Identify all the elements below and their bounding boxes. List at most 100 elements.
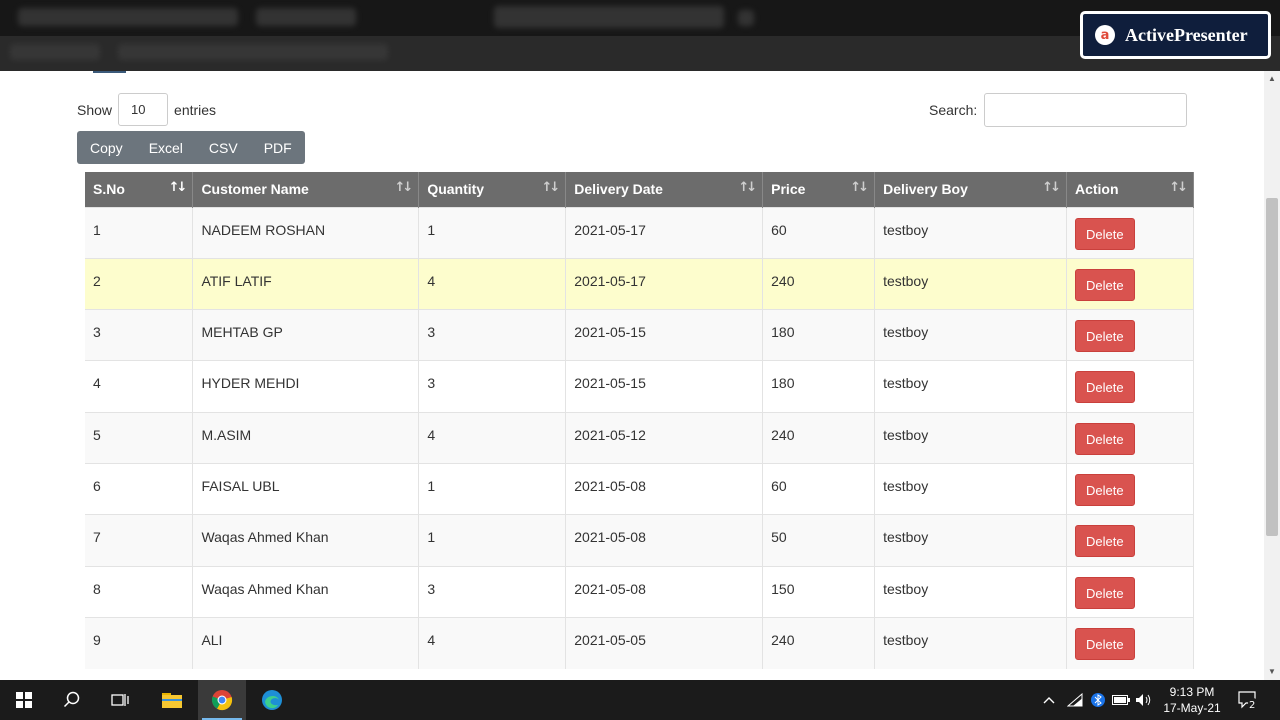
cell-customer-name: Waqas Ahmed Khan — [192, 565, 420, 618]
delete-button[interactable]: Delete — [1074, 473, 1135, 506]
cell-action: Delete — [1066, 514, 1195, 567]
column-header-quantity[interactable]: Quantity ↑↓ — [418, 172, 567, 207]
clock-date: 17-May-21 — [1163, 701, 1221, 715]
search-control: Search: — [929, 93, 1188, 127]
cell-quantity: 4 — [418, 411, 567, 464]
bluetooth-icon[interactable] — [1088, 680, 1108, 720]
excel-button[interactable]: Excel — [136, 131, 196, 164]
search-icon[interactable] — [48, 680, 96, 720]
table-row[interactable]: 9 ALI 4 2021-05-05 240 testboy Delete — [85, 616, 1195, 669]
table-row[interactable]: 4 HYDER MEHDI 3 2021-05-15 180 testboy Delete — [85, 360, 1195, 413]
cell-customer-name: ALI — [192, 616, 420, 669]
show-label: Show — [77, 101, 113, 118]
notification-center-icon[interactable]: 2 — [1236, 680, 1260, 720]
cell-delivery-boy: testboy — [874, 462, 1067, 515]
column-header-price[interactable]: Price ↑↓ — [762, 172, 876, 207]
cell-customer-name: FAISAL UBL — [192, 462, 420, 515]
table-header-row: S.No ↑↓ Customer Name ↑↓ Quantity ↑↓ Delive… — [85, 172, 1195, 207]
cell-sno: 6 — [85, 462, 194, 515]
scroll-down-arrow-icon[interactable]: ▼ — [1264, 664, 1280, 680]
delete-button[interactable]: Delete — [1074, 627, 1135, 660]
cell-action: Delete — [1066, 309, 1195, 361]
cell-delivery-boy: testboy — [874, 206, 1067, 259]
battery-icon[interactable] — [1110, 680, 1132, 720]
cell-price: 60 — [762, 206, 876, 259]
search-label: Search: — [929, 102, 978, 118]
column-header-action[interactable]: Action ↑↓ — [1066, 172, 1195, 207]
cell-delivery-date: 2021-05-08 — [565, 565, 764, 618]
table-row[interactable]: 5 M.ASIM 4 2021-05-12 240 testboy Delete — [85, 411, 1195, 464]
cell-delivery-date: 2021-05-15 — [565, 309, 764, 361]
cell-price: 60 — [762, 462, 876, 515]
sort-icon: ↑↓ — [394, 180, 414, 195]
windows-start-icon[interactable] — [0, 680, 48, 720]
cell-quantity: 4 — [418, 257, 567, 310]
table-row[interactable]: 6 FAISAL UBL 1 2021-05-08 60 testboy Delete — [85, 462, 1195, 515]
delete-button[interactable]: Delete — [1074, 525, 1135, 558]
show-hidden-icons-chevron-icon[interactable] — [1040, 680, 1058, 720]
cell-delivery-boy: testboy — [874, 565, 1067, 618]
entries-select[interactable] — [118, 93, 169, 126]
copy-button[interactable]: Copy — [77, 131, 136, 164]
sort-icon: ↑↓ — [850, 180, 869, 195]
column-header-customer-name[interactable]: Customer Name ↑↓ — [192, 172, 420, 207]
page-scrollbar[interactable]: ▲ ▼ — [1264, 71, 1280, 680]
system-clock[interactable]: 9:13 PM 17-May-21 — [1152, 684, 1232, 716]
cell-quantity: 4 — [418, 616, 567, 669]
cell-sno: 5 — [85, 411, 194, 464]
delete-button[interactable]: Delete — [1074, 217, 1135, 250]
scroll-up-arrow-icon[interactable]: ▲ — [1264, 71, 1280, 87]
chrome-icon[interactable] — [198, 680, 246, 720]
scrollbar-thumb[interactable] — [1266, 198, 1278, 536]
delete-button[interactable]: Delete — [1074, 268, 1135, 301]
column-header-delivery-date[interactable]: Delivery Date ↑↓ — [565, 172, 764, 207]
cell-sno: 3 — [85, 309, 194, 361]
table-row[interactable]: 8 Waqas Ahmed Khan 3 2021-05-08 150 testboy De… — [85, 565, 1195, 618]
table-row[interactable]: 3 MEHTAB GP 3 2021-05-15 180 testboy Delete — [85, 309, 1195, 361]
delete-button[interactable]: Delete — [1074, 320, 1135, 353]
csv-button[interactable]: CSV — [196, 131, 251, 164]
cell-quantity: 3 — [418, 309, 567, 361]
sort-icon: ↑↓ — [738, 180, 757, 195]
activepresenter-brand-text: ActivePresenter — [1125, 24, 1248, 45]
cell-delivery-boy: testboy — [874, 514, 1067, 567]
table-row[interactable]: 7 Waqas Ahmed Khan 1 2021-05-08 50 testboy Del… — [85, 514, 1195, 567]
task-view-icon[interactable] — [96, 680, 144, 720]
cell-customer-name: HYDER MEHDI — [192, 360, 420, 413]
column-header-sno[interactable]: S.No ↑↓ — [85, 172, 194, 207]
sort-icon: ↑↓ — [168, 180, 188, 195]
delete-button[interactable]: Delete — [1074, 371, 1135, 404]
nav-tab-edge — [93, 71, 126, 73]
cell-customer-name: Waqas Ahmed Khan — [192, 514, 420, 567]
search-input[interactable] — [984, 93, 1188, 127]
table-row[interactable]: 2 ATIF LATIF 4 2021-05-17 240 testboy Delete — [85, 257, 1195, 310]
cell-sno: 4 — [85, 360, 194, 413]
cell-delivery-boy: testboy — [874, 360, 1067, 413]
orders-table: S.No ↑↓ Customer Name ↑↓ Quantity ↑↓ Delive… — [85, 172, 1195, 669]
file-explorer-icon[interactable] — [148, 680, 196, 720]
cell-price: 240 — [762, 616, 876, 669]
cell-customer-name: MEHTAB GP — [192, 309, 420, 361]
cell-delivery-boy: testboy — [874, 411, 1067, 464]
cell-sno: 8 — [85, 565, 194, 618]
delete-button[interactable]: Delete — [1074, 576, 1135, 609]
cell-quantity: 1 — [418, 206, 567, 259]
cell-delivery-boy: testboy — [874, 616, 1067, 669]
page-content: Show entries Search: Copy Excel CSV PDF … — [0, 71, 1264, 680]
network-icon[interactable] — [1064, 680, 1086, 720]
cell-delivery-date: 2021-05-08 — [565, 462, 764, 515]
cell-customer-name: M.ASIM — [192, 411, 420, 464]
cell-quantity: 1 — [418, 514, 567, 567]
pdf-button[interactable]: PDF — [251, 131, 305, 164]
export-button-group: Copy Excel CSV PDF — [77, 131, 305, 164]
notification-count: 2 — [1249, 700, 1256, 711]
table-row[interactable]: 1 NADEEM ROSHAN 1 2021-05-17 60 testboy Delete — [85, 206, 1195, 259]
edge-icon[interactable] — [248, 680, 296, 720]
cell-delivery-date: 2021-05-12 — [565, 411, 764, 464]
cell-sno: 7 — [85, 514, 194, 567]
column-header-delivery-boy[interactable]: Delivery Boy ↑↓ — [874, 172, 1067, 207]
delete-button[interactable]: Delete — [1074, 422, 1135, 455]
cell-quantity: 1 — [418, 462, 567, 515]
cell-action: Delete — [1066, 360, 1195, 413]
cell-delivery-date: 2021-05-17 — [565, 206, 764, 259]
